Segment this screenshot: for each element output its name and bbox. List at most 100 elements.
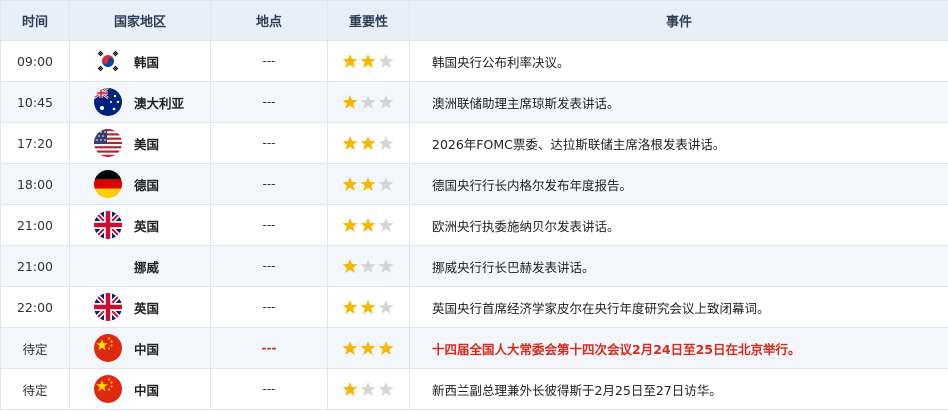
star-empty-icon [360,258,376,274]
uk-flag-icon [94,211,122,239]
event-description[interactable]: 欧洲央行执委施纳贝尔发表讲话。 [409,204,948,246]
importance-cell [327,122,410,164]
country-name: 韩国 [134,54,160,70]
event-description[interactable]: 德国央行行长内格尔发布年度报告。 [409,163,948,205]
star-empty-icon [378,299,394,315]
event-time: 待定 [0,368,70,410]
event-description[interactable]: 新西兰副总理兼外长彼得斯于2月25日至27日访华。 [409,368,948,410]
economic-calendar-table: 时间 国家地区 地点 重要性 事件 09:00 韩国 --- 韩国央行公布利率决… [0,0,948,410]
importance-cell [327,286,410,328]
event-time: 21:00 [0,204,70,246]
country-cell: 中国 [69,368,211,410]
event-place: --- [210,122,328,164]
star-filled-icon [342,258,358,274]
table-row: 21:00 挪威 --- 挪威央行行长巴赫发表讲话。 [0,245,948,287]
country-cell: 挪威 [69,245,211,287]
event-time: 21:00 [0,245,70,287]
star-empty-icon [360,94,376,110]
table-row: 待定 中国 --- 十四届全国人大常委会第十四次会议2月24日至25日在北京举行… [0,327,948,369]
table-row: 10:45 澳大利亚 --- 澳洲联储助理主席琼斯发表讲话。 [0,81,948,123]
star-empty-icon [378,381,394,397]
star-empty-icon [378,176,394,192]
event-place: --- [210,204,328,246]
event-description[interactable]: 英国央行首席经济学家皮尔在央行年度研究会议上致闭幕词。 [409,286,948,328]
star-filled-icon [360,135,376,151]
star-filled-icon [342,217,358,233]
au-flag-icon [94,88,122,116]
star-empty-icon [378,217,394,233]
star-filled-icon [342,53,358,69]
star-filled-icon [342,381,358,397]
importance-cell [327,245,410,287]
event-place: --- [210,368,328,410]
event-place: --- [210,81,328,123]
country-cell: 英国 [69,286,211,328]
importance-cell [327,327,410,369]
country-cell: 德国 [69,163,211,205]
star-filled-icon [342,135,358,151]
table-row: 22:00 英国 --- 英国央行首席经济学家皮尔在央行年度研究会议上致闭幕词。 [0,286,948,328]
country-name: 澳大利亚 [134,95,185,111]
importance-cell [327,204,410,246]
table-row: 18:00 德国 --- 德国央行行长内格尔发布年度报告。 [0,163,948,205]
star-empty-icon [360,381,376,397]
cn-flag-icon [94,334,122,362]
country-name: 中国 [134,341,160,357]
star-empty-icon [378,53,394,69]
table-row: 21:00 英国 --- 欧洲央行执委施纳贝尔发表讲话。 [0,204,948,246]
country-name: 挪威 [134,259,160,275]
importance-cell [327,163,410,205]
star-filled-icon [360,340,376,356]
event-place: --- [210,327,328,369]
star-filled-icon [360,53,376,69]
country-name: 美国 [134,136,160,152]
star-filled-icon [342,176,358,192]
country-name: 英国 [134,300,160,316]
country-cell: 韩国 [69,40,211,82]
us-flag-icon [94,129,122,157]
event-place: --- [210,286,328,328]
header-country: 国家地区 [69,0,211,41]
country-cell: 中国 [69,327,211,369]
importance-cell [327,40,410,82]
event-place: --- [210,163,328,205]
star-filled-icon [360,176,376,192]
star-filled-icon [342,94,358,110]
country-cell: 英国 [69,204,211,246]
table-row: 17:20 美国 --- 2026年FOMC票委、达拉斯联储主席洛根发表讲话。 [0,122,948,164]
table-row: 09:00 韩国 --- 韩国央行公布利率决议。 [0,40,948,82]
star-empty-icon [378,258,394,274]
event-description[interactable]: 挪威央行行长巴赫发表讲话。 [409,245,948,287]
star-filled-icon [342,299,358,315]
country-name: 德国 [134,177,160,193]
header-row: 时间 国家地区 地点 重要性 事件 [0,0,948,41]
event-description[interactable]: 2026年FOMC票委、达拉斯联储主席洛根发表讲话。 [409,122,948,164]
country-cell: 澳大利亚 [69,81,211,123]
event-time: 10:45 [0,81,70,123]
header-place: 地点 [210,0,328,41]
star-filled-icon [342,340,358,356]
event-time: 09:00 [0,40,70,82]
star-empty-icon [378,135,394,151]
country-name: 英国 [134,218,160,234]
importance-cell [327,368,410,410]
event-description[interactable]: 澳洲联储助理主席琼斯发表讲话。 [409,81,948,123]
de-flag-icon [94,170,122,198]
event-time: 待定 [0,327,70,369]
header-time: 时间 [0,0,70,41]
event-description[interactable]: 十四届全国人大常委会第十四次会议2月24日至25日在北京举行。 [409,327,948,369]
table-row: 待定 中国 --- 新西兰副总理兼外长彼得斯于2月25日至27日访华。 [0,368,948,410]
header-importance: 重要性 [327,0,410,41]
event-place: --- [210,245,328,287]
event-description[interactable]: 韩国央行公布利率决议。 [409,40,948,82]
uk-flag-icon [94,293,122,321]
event-place: --- [210,40,328,82]
star-filled-icon [378,340,394,356]
header-event: 事件 [409,0,948,41]
star-empty-icon [378,94,394,110]
country-cell: 美国 [69,122,211,164]
importance-cell [327,81,410,123]
cn-flag-icon [94,375,122,403]
star-filled-icon [360,217,376,233]
country-name: 中国 [134,382,160,398]
